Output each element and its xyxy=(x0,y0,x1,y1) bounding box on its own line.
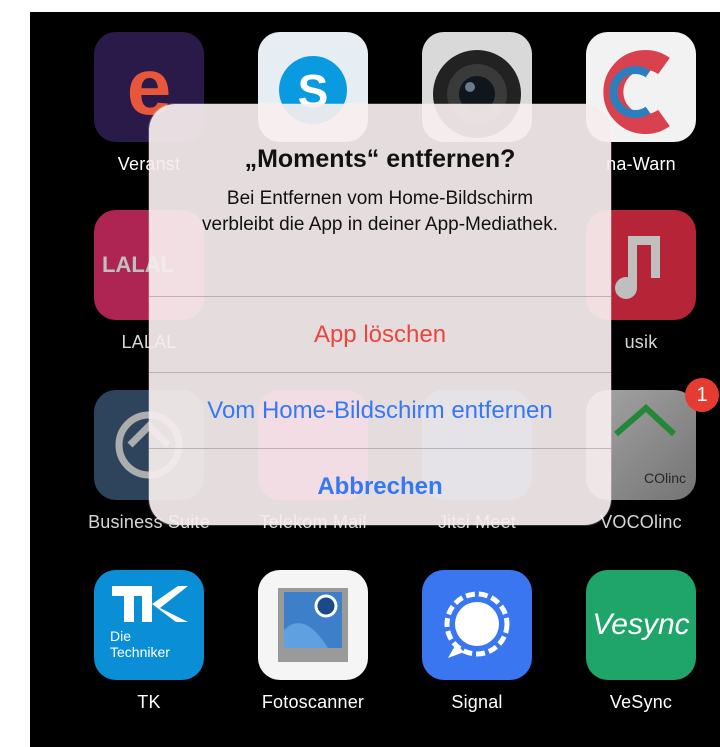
app-label: Fotoscanner xyxy=(261,692,365,712)
app-label: VeSync xyxy=(609,692,673,712)
app-vesync[interactable]: Vesync VeSync xyxy=(571,570,711,713)
signal-chat-icon xyxy=(422,570,532,680)
vesync-icon: Vesync xyxy=(586,570,696,680)
cancel-button[interactable]: Abbrechen xyxy=(149,448,611,524)
app-label: Signal xyxy=(451,692,503,712)
app-signal[interactable]: Signal xyxy=(407,570,547,713)
app-fotoscanner[interactable]: Fotoscanner xyxy=(243,570,383,713)
tk-icon-line2: Techniker xyxy=(110,644,170,660)
tk-icon-line1: Die xyxy=(110,628,132,644)
app-tk[interactable]: Die Techniker TK xyxy=(79,570,219,713)
notification-badge: 1 xyxy=(685,378,719,412)
alert-title: „Moments“ entfernen? xyxy=(244,145,516,173)
vesync-icon-text: Vesync xyxy=(592,608,690,641)
delete-app-button[interactable]: App löschen xyxy=(149,296,611,372)
alert-message: Bei Entfernen vom Home-Bildschirm verble… xyxy=(202,188,558,235)
photoscan-icon xyxy=(258,570,368,680)
remove-app-alert: „Moments“ entfernen? Bei Entfernen vom H… xyxy=(149,104,611,525)
app-label: TK xyxy=(137,692,161,712)
vocolinc-icon-text: COlinc xyxy=(643,470,686,486)
tk-icon: Die Techniker xyxy=(94,570,204,680)
remove-from-home-button[interactable]: Vom Home-Bildschirm entfernen xyxy=(149,372,611,448)
alert-header: „Moments“ entfernen? Bei Entfernen vom H… xyxy=(149,104,611,296)
